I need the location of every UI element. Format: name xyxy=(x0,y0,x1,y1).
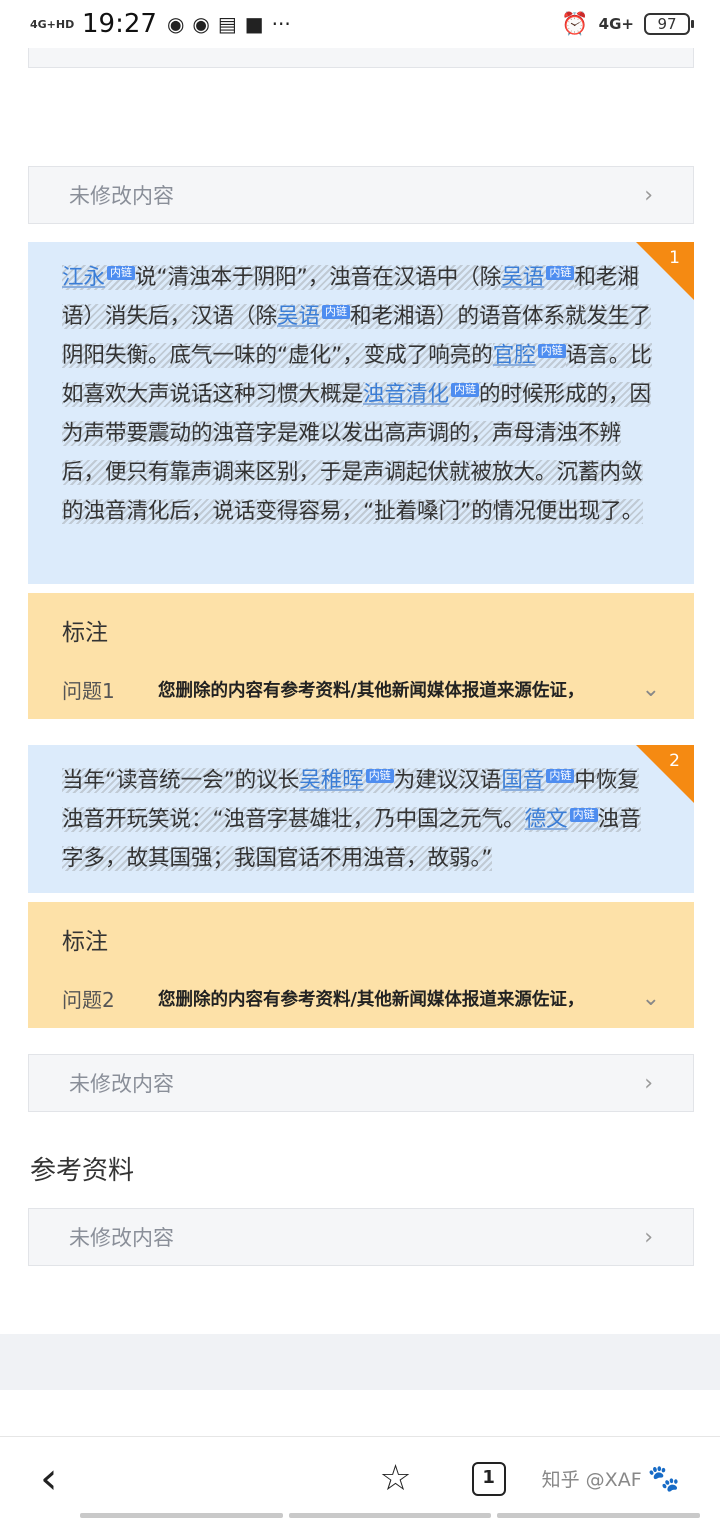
tabs-button[interactable]: 1 xyxy=(471,1461,506,1496)
question-text: 您删除的内容有参考资料/其他新闻媒体报道来源佐证， xyxy=(158,990,585,1010)
watermark: 知乎 @XAF xyxy=(541,1469,642,1491)
chevron-down-icon[interactable]: ⌄ xyxy=(642,986,660,1011)
battery-indicator: 97 xyxy=(644,13,694,35)
issue-number: 2 xyxy=(669,751,680,771)
unmodified-label: 未修改内容 xyxy=(69,1072,174,1096)
chevron-right-icon: › xyxy=(644,1224,653,1250)
internal-link[interactable]: 国音 内链 xyxy=(501,768,575,793)
deleted-content-block-1: 1 江永 内链 说“清浊本于阴阳”，浊音在汉语中（除吴语 内链 和老湘语）消失后，汉语（… xyxy=(28,242,694,584)
status-bar: 4G+HD 19:27 ◉ ◉ ▤ ■ ··· ⏰ 4G+ 97 xyxy=(0,0,720,48)
chevron-right-icon: › xyxy=(644,1070,653,1096)
gesture-bar xyxy=(80,1513,701,1518)
more-icon: ··· xyxy=(271,12,291,36)
back-icon[interactable]: ‹ xyxy=(40,1453,58,1504)
star-icon[interactable]: ☆ xyxy=(379,1458,411,1499)
question-text: 您删除的内容有参考资料/其他新闻媒体报道来源佐证， xyxy=(158,681,585,701)
signal-4g-indicator: 4G+ xyxy=(598,15,634,33)
internal-link[interactable]: 吴稚晖 内链 xyxy=(299,768,394,793)
unmodified-card[interactable]: 未修改内容 › xyxy=(28,166,694,224)
issue-number: 1 xyxy=(669,248,680,268)
app-icon: ■ xyxy=(244,12,264,36)
status-time: 19:27 xyxy=(82,9,157,39)
internal-link[interactable]: 官腔 内链 xyxy=(492,343,566,368)
deleted-content-block-2: 2 当年“读音统一会”的议长吴稚晖 内链 为建议汉语国音 内链 中恢复浊音开玩笑说：“浊… xyxy=(28,745,694,893)
annotation-title: 标注 xyxy=(62,929,108,955)
inbox-icon: ▤ xyxy=(217,12,237,36)
unmodified-label: 未修改内容 xyxy=(69,184,174,208)
references-card[interactable]: 未修改内容 › xyxy=(28,1208,694,1266)
internal-link[interactable]: 吴语 内链 xyxy=(277,304,351,329)
internal-link[interactable]: 吴语 内链 xyxy=(501,265,575,290)
annotation-panel-2: 标注 问题2 您删除的内容有参考资料/其他新闻媒体报道来源佐证， ⌄ xyxy=(28,902,694,1028)
issue-number-badge xyxy=(636,745,694,803)
internal-link[interactable]: 浊音清化 内链 xyxy=(363,382,480,407)
question-row[interactable]: 问题2 您删除的内容有参考资料/其他新闻媒体报道来源佐证， ⌄ xyxy=(62,984,660,1013)
question-label: 问题1 xyxy=(62,679,115,703)
unmodified-label: 未修改内容 xyxy=(69,1226,174,1250)
question-row[interactable]: 问题1 您删除的内容有参考资料/其他新闻媒体报道来源佐证， ⌄ xyxy=(62,675,660,704)
alarm-icon: ⏰ xyxy=(561,11,589,37)
internal-link[interactable]: 江永 内链 xyxy=(62,265,136,290)
chevron-down-icon[interactable]: ⌄ xyxy=(642,677,660,702)
weibo-icon: ◉ xyxy=(166,12,185,36)
issue-number-badge xyxy=(636,242,694,300)
weibo-icon: ◉ xyxy=(192,12,210,36)
page-footer-divider xyxy=(0,1334,720,1390)
network-indicator: 4G+HD xyxy=(30,17,75,31)
chevron-right-icon: › xyxy=(644,182,653,208)
internal-link[interactable]: 德文 内链 xyxy=(524,807,598,832)
annotation-title: 标注 xyxy=(62,620,108,646)
question-label: 问题2 xyxy=(62,988,115,1012)
unmodified-card[interactable]: 未修改内容 › xyxy=(28,1054,694,1112)
bottom-navigation: ‹ ☆ 1 知乎 @XAF 🐾 xyxy=(0,1436,720,1520)
annotation-panel-1: 标注 问题1 您删除的内容有参考资料/其他新闻媒体报道来源佐证， ⌄ xyxy=(28,593,694,719)
references-heading: 参考资料 xyxy=(30,1156,135,1186)
paw-icon[interactable]: 🐾 xyxy=(648,1464,680,1494)
